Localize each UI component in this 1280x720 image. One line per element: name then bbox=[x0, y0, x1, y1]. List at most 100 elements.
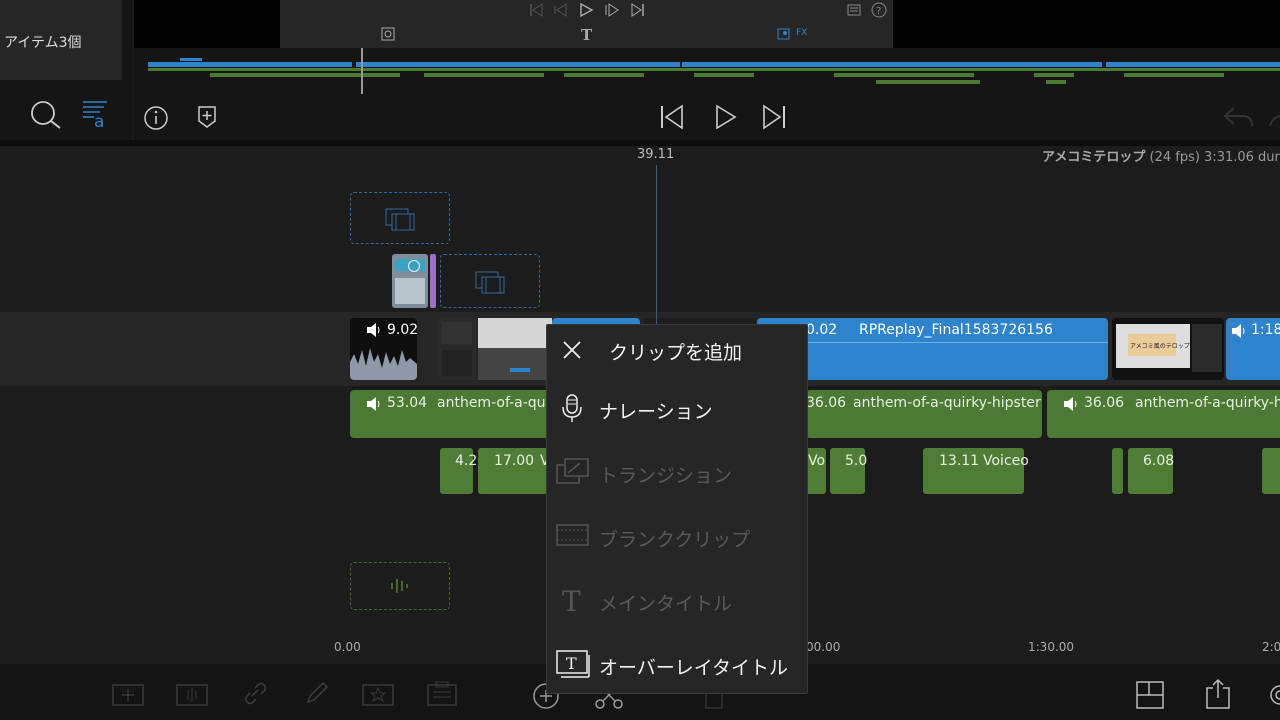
pencil-icon[interactable] bbox=[304, 680, 330, 710]
add-clip-popover: クリップを追加 ナレーション トランジション ブランククリップ T メインタイト… bbox=[546, 324, 808, 694]
clip-name: Vo bbox=[808, 453, 826, 469]
clip-duration: 53.04 bbox=[387, 395, 428, 411]
play-small-icon[interactable] bbox=[578, 2, 594, 22]
info-icon[interactable] bbox=[142, 104, 170, 136]
speaker-icon bbox=[366, 322, 382, 341]
speaker-icon bbox=[1063, 396, 1079, 415]
clip-info-icon[interactable] bbox=[846, 2, 862, 22]
film-strip-icon bbox=[385, 205, 415, 235]
title-tool-icon[interactable]: T bbox=[579, 26, 595, 46]
connected-audio-placeholder[interactable] bbox=[350, 562, 450, 610]
timeline-overview[interactable] bbox=[134, 48, 1280, 94]
clip-name: anthem-of-a-quirky-h bbox=[1135, 395, 1280, 411]
playhead-time: 39.11 bbox=[637, 147, 675, 162]
microphone-icon bbox=[556, 393, 590, 429]
ruler-label: 2:0 bbox=[1262, 640, 1280, 654]
add-clip-icon[interactable] bbox=[112, 680, 146, 710]
main-title-icon: T bbox=[556, 585, 590, 619]
connected-title-clip[interactable] bbox=[430, 254, 436, 308]
clip-duration: 0.02 bbox=[806, 322, 838, 338]
menu-item-blank-clip[interactable]: ブランククリップ bbox=[547, 509, 807, 565]
project-meta: (24 fps) 3:31.06 durat bbox=[1145, 150, 1280, 165]
menu-item-transition[interactable]: トランジション bbox=[547, 445, 807, 501]
step-forward-small-icon[interactable] bbox=[604, 2, 620, 22]
skip-to-end-icon[interactable] bbox=[760, 103, 788, 135]
voiceover-clip[interactable]: 5.0 bbox=[830, 448, 868, 494]
overlay-title-icon: T bbox=[556, 649, 590, 683]
clip-duration: 36.06 bbox=[806, 395, 847, 411]
blank-clip-icon bbox=[556, 521, 590, 553]
item-count: アイテム3個 bbox=[4, 35, 82, 51]
voiceover-clip[interactable]: 13.11 Voiceo bbox=[923, 448, 1029, 494]
search-icon[interactable] bbox=[28, 100, 64, 134]
share-icon[interactable] bbox=[1204, 678, 1232, 714]
speaker-icon bbox=[366, 396, 382, 415]
clip-duration: 4.2 bbox=[455, 453, 478, 469]
voiceover-clip[interactable]: 4.2 bbox=[440, 448, 477, 494]
clip-duration: 5.0 bbox=[845, 453, 868, 469]
detach-audio-icon[interactable] bbox=[176, 680, 210, 710]
undo-icon[interactable] bbox=[1222, 104, 1256, 134]
menu-item-narration[interactable]: ナレーション bbox=[547, 381, 807, 437]
skip-forward-small-icon[interactable] bbox=[630, 2, 646, 22]
clip-duration: 6.08 bbox=[1143, 453, 1175, 469]
add-marker-icon[interactable] bbox=[196, 104, 218, 134]
voiceover-clip[interactable]: 6.08 bbox=[1128, 448, 1175, 494]
clip-name: anthem-of-a-quirky-hipster bbox=[853, 395, 1041, 411]
fx-icon[interactable] bbox=[776, 26, 792, 46]
menu-item-label: ナレーション bbox=[599, 401, 713, 423]
transition-icon bbox=[556, 457, 590, 491]
primary-clip-thumbnail[interactable]: アメコミ風のテロップ bbox=[1112, 318, 1224, 380]
gear-icon[interactable] bbox=[1266, 682, 1280, 712]
svg-text:T: T bbox=[566, 654, 577, 673]
play-icon[interactable] bbox=[712, 103, 740, 135]
svg-text:T: T bbox=[562, 585, 581, 615]
clipboard-icon[interactable] bbox=[426, 680, 458, 710]
voiceover-clip[interactable]: Vo bbox=[806, 448, 826, 494]
link-icon[interactable] bbox=[242, 680, 268, 710]
menu-item-label: トランジション bbox=[599, 465, 733, 487]
primary-clip[interactable]: 9.02 bbox=[350, 318, 417, 380]
sort-filter-icon[interactable]: a bbox=[80, 98, 112, 134]
connected-video-placeholder-2[interactable] bbox=[440, 254, 540, 308]
favorite-icon[interactable] bbox=[362, 680, 396, 710]
menu-item-overlay-title[interactable]: T オーバーレイタイトル bbox=[547, 637, 807, 693]
voiceover-clip[interactable] bbox=[1112, 448, 1123, 494]
help-icon[interactable]: ? bbox=[870, 1, 888, 23]
menu-item-label: オーバーレイタイトル bbox=[599, 657, 789, 679]
svg-text:?: ? bbox=[876, 6, 881, 17]
item-count-box: アイテム3個 bbox=[0, 0, 122, 80]
connected-video-placeholder[interactable] bbox=[350, 192, 450, 244]
clip-name: Voiceo bbox=[983, 453, 1029, 469]
clip-name: RPReplay_Final1583726156 bbox=[859, 322, 1053, 338]
connected-clip-thumbnail[interactable] bbox=[392, 254, 428, 308]
toolbar-row bbox=[134, 94, 1280, 140]
svg-text:a: a bbox=[94, 112, 104, 130]
clip-duration: 13.11 bbox=[939, 453, 980, 469]
music-clip[interactable]: 36.06 anthem-of-a-quirky-hipster bbox=[806, 390, 1042, 438]
overview-playhead[interactable] bbox=[361, 48, 363, 94]
skip-back-small-icon[interactable] bbox=[528, 2, 544, 22]
menu-item-label: ブランククリップ bbox=[599, 529, 751, 551]
skip-to-start-icon[interactable] bbox=[658, 103, 686, 135]
primary-clip-end[interactable]: 1:18 bbox=[1226, 318, 1280, 380]
voiceover-clip[interactable] bbox=[1262, 448, 1280, 494]
speaker-icon bbox=[1231, 323, 1247, 342]
menu-item-main-title[interactable]: T メインタイトル bbox=[547, 573, 807, 629]
project-name: アメコミテロップ bbox=[1042, 150, 1146, 165]
ruler-label: 1:30.00 bbox=[1028, 640, 1075, 654]
fx-label: FX bbox=[796, 28, 808, 38]
clip-name: anthem-of-a-qu bbox=[437, 395, 546, 411]
step-back-small-icon[interactable] bbox=[552, 2, 568, 22]
music-clip[interactable]: 53.04 anthem-of-a-qu bbox=[350, 390, 550, 438]
primary-clip-thumb[interactable] bbox=[478, 318, 552, 380]
music-clip[interactable]: 36.06 anthem-of-a-quirky-h bbox=[1047, 390, 1280, 438]
thumbnail-text: アメコミ風のテロップ bbox=[1130, 343, 1190, 350]
primary-clip-thumb[interactable] bbox=[438, 318, 476, 380]
redo-icon[interactable] bbox=[1268, 104, 1280, 134]
primary-clip-rpreplay[interactable]: 0.02 RPReplay_Final1583726156 bbox=[757, 318, 1108, 380]
frame-icon[interactable] bbox=[380, 26, 396, 46]
layout-icon[interactable] bbox=[1136, 680, 1166, 714]
voiceover-clip[interactable]: 17.00 V bbox=[478, 448, 550, 494]
close-icon[interactable] bbox=[561, 339, 583, 365]
